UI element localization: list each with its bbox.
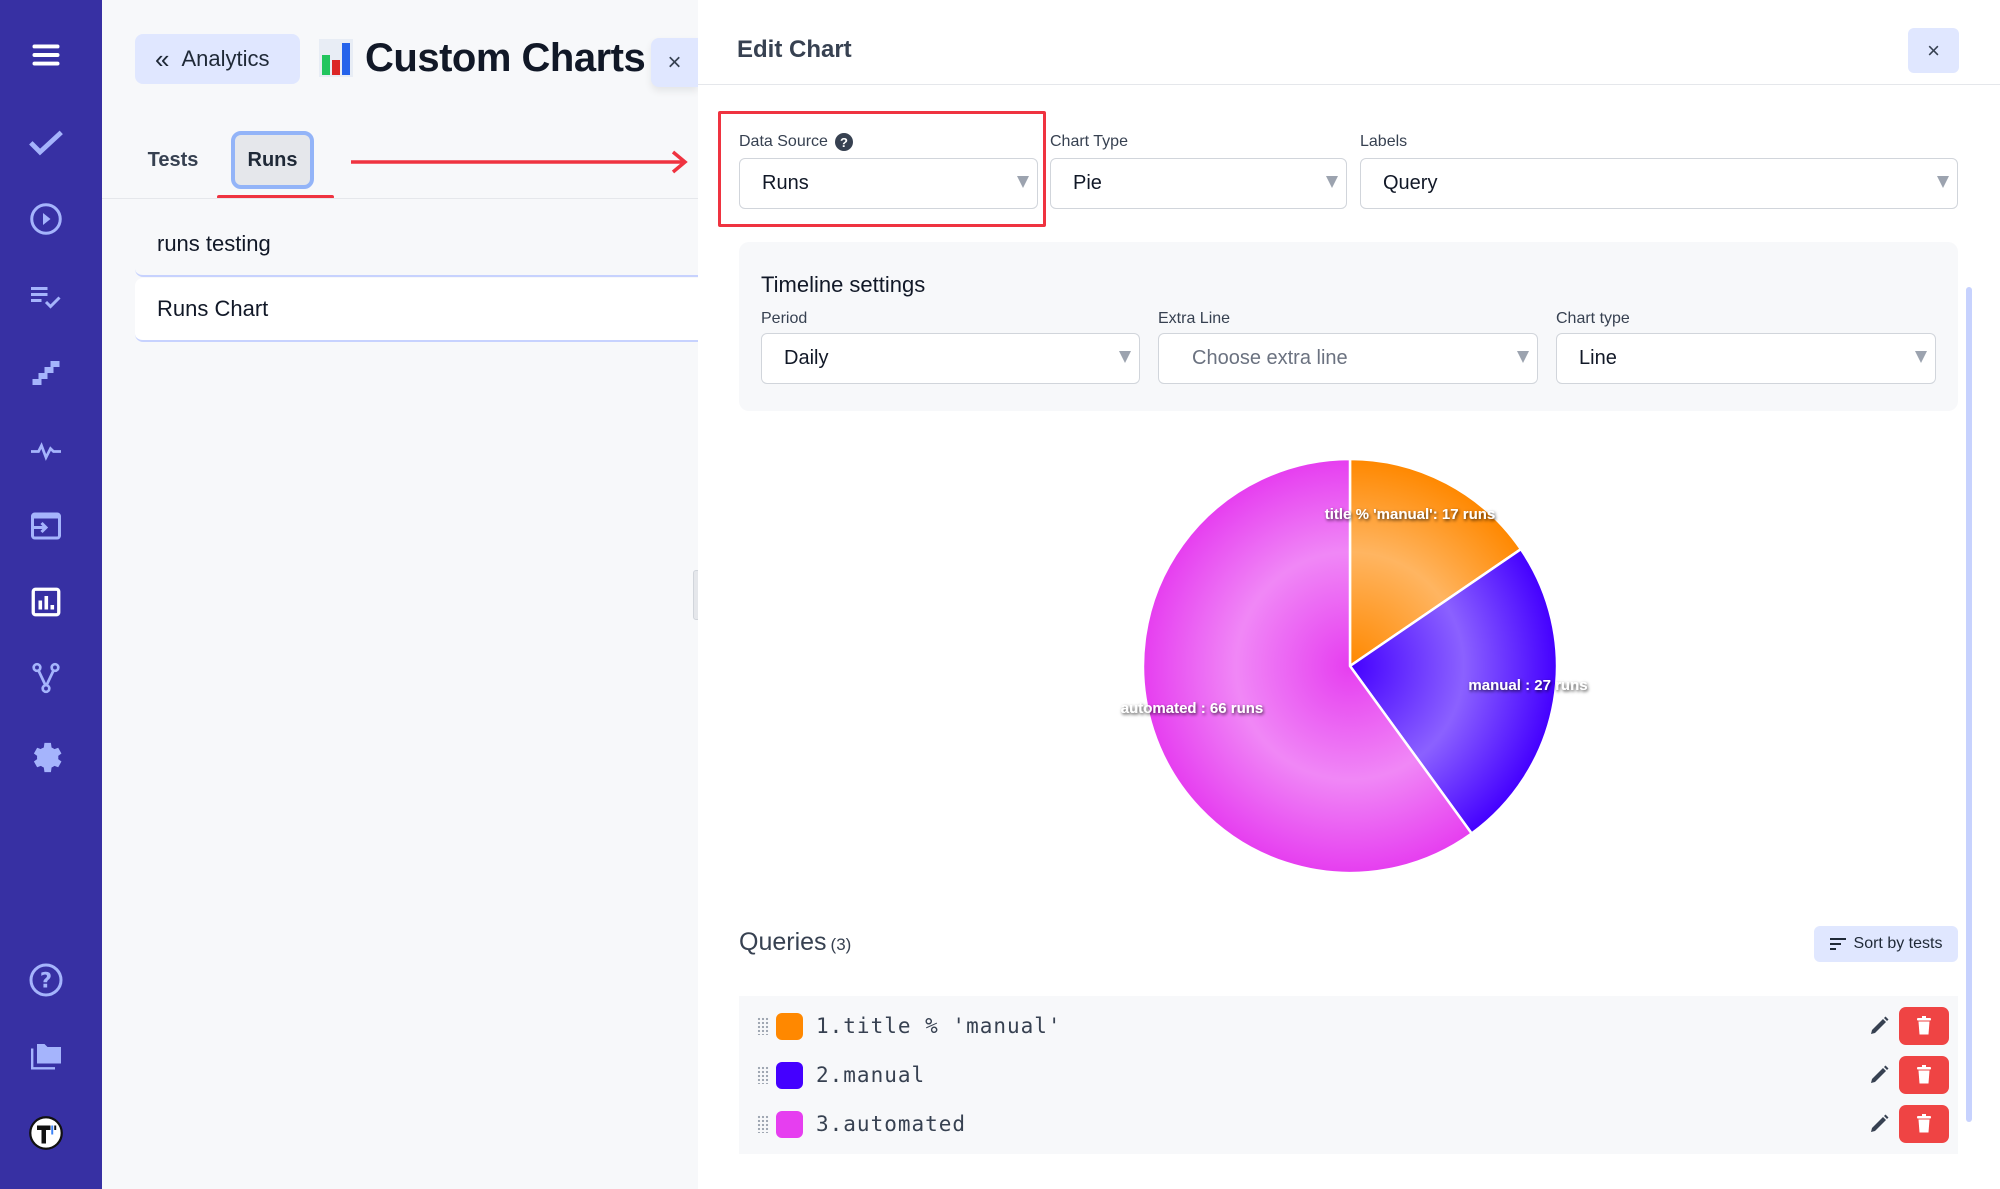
back-to-analytics-button[interactable]: « Analytics (135, 34, 300, 84)
gear-icon[interactable] (26, 735, 66, 775)
data-source-label: Data Source ? (739, 133, 853, 151)
period-value: Daily (784, 347, 829, 369)
delete-query-button[interactable] (1899, 1056, 1949, 1094)
double-chevron-left-icon: « (155, 44, 170, 74)
annotation-arrow-icon (351, 150, 688, 174)
drag-handle-icon[interactable] (757, 1115, 769, 1133)
extra-line-select[interactable]: Choose extra line (1158, 333, 1538, 384)
trash-icon (1917, 1114, 1931, 1133)
extra-line-placeholder: Choose extra line (1192, 347, 1348, 369)
timeline-chart-type-value: Line (1579, 347, 1617, 369)
bar-chart-icon[interactable] (26, 582, 66, 622)
drag-handle-icon[interactable] (757, 1066, 769, 1084)
queries-count: (3) (830, 935, 852, 954)
close-icon: × (1927, 37, 1940, 63)
caret-down-icon (1017, 176, 1029, 188)
tab-tests[interactable]: Tests (138, 131, 208, 189)
sidebar: ? (0, 0, 102, 1189)
page-title-text: Custom Charts (365, 35, 646, 80)
check-icon[interactable] (26, 123, 66, 163)
hamburger-icon[interactable] (26, 35, 66, 75)
chart-list-item-selected[interactable]: Runs Chart (135, 278, 698, 342)
folders-icon[interactable] (26, 1036, 66, 1076)
chart-list-item-label: Runs Chart (157, 296, 269, 321)
data-source-value: Runs (762, 172, 809, 194)
query-text: 3.automated (816, 1112, 967, 1136)
query-color-swatch[interactable] (776, 1110, 803, 1138)
chart-type-select[interactable]: Pie (1050, 158, 1347, 209)
chart-list-item[interactable]: runs testing (135, 213, 698, 277)
labels-value: Query (1383, 172, 1438, 194)
pencil-icon[interactable] (1867, 1112, 1891, 1136)
sort-icon (1829, 935, 1846, 953)
pencil-icon[interactable] (1867, 1063, 1891, 1087)
query-color-swatch[interactable] (776, 1012, 803, 1040)
caret-down-icon (1915, 351, 1927, 363)
page-title: Custom Charts (319, 30, 646, 86)
period-select[interactable]: Daily (761, 333, 1140, 384)
bar-chart-emoji-icon (319, 39, 353, 77)
pencil-icon[interactable] (1867, 1014, 1891, 1038)
query-text: 2.manual (816, 1063, 926, 1087)
queries-header: Queries (3) (739, 928, 851, 957)
query-text: 1.title % 'manual' (816, 1014, 1062, 1038)
close-editor-button[interactable]: × (1908, 28, 1959, 73)
period-label: Period (761, 310, 808, 327)
extra-line-label: Extra Line (1158, 310, 1231, 327)
chart-list-item-label: runs testing (157, 231, 271, 256)
timeline-chart-type-select[interactable]: Line (1556, 333, 1936, 384)
caret-down-icon (1517, 351, 1529, 363)
back-button-label: Analytics (181, 46, 270, 71)
query-color-swatch[interactable] (776, 1061, 803, 1089)
caret-down-icon (1937, 176, 1949, 188)
trash-icon (1917, 1065, 1931, 1084)
tabs-divider (102, 198, 698, 199)
labels-label: Labels (1360, 133, 1408, 150)
caret-down-icon (1119, 351, 1131, 363)
sort-by-tests-button[interactable]: Sort by tests (1814, 926, 1958, 962)
testomat-logo-icon[interactable] (26, 1113, 66, 1153)
query-row: 1.title % 'manual' (739, 1002, 1958, 1050)
help-icon[interactable]: ? (834, 133, 853, 151)
header-divider (698, 84, 2000, 85)
delete-query-button[interactable] (1899, 1007, 1949, 1045)
edit-chart-panel: Edit Chart × Data Source ? Runs Chart Ty… (698, 0, 2000, 1189)
chart-type-value: Pie (1073, 172, 1102, 194)
play-circle-icon[interactable] (26, 199, 66, 239)
help-circle-icon[interactable]: ? (26, 960, 66, 1000)
edit-chart-title: Edit Chart (737, 36, 852, 63)
timeline-settings-title: Timeline settings (761, 272, 926, 297)
close-icon: × (667, 48, 682, 76)
checklist-icon[interactable] (26, 276, 66, 316)
delete-query-button[interactable] (1899, 1105, 1949, 1143)
svg-text:?: ? (40, 969, 52, 993)
charts-list-panel: « Analytics Custom Charts × Tests Runs r… (102, 0, 698, 1189)
data-source-select[interactable]: Runs (739, 158, 1038, 209)
caret-down-icon (1326, 176, 1338, 188)
labels-select[interactable]: Query (1360, 158, 1958, 209)
timeline-chart-type-label: Chart type (1556, 310, 1630, 327)
timeline-settings: Timeline settings Period Daily Extra Lin… (739, 242, 1958, 411)
close-list-button[interactable]: × (651, 38, 698, 87)
import-icon[interactable] (26, 506, 66, 546)
sort-button-label: Sort by tests (1853, 935, 1943, 952)
query-row: 2.manual (739, 1051, 1958, 1099)
vertical-scrollbar[interactable] (1966, 287, 1972, 1122)
trash-icon (1917, 1016, 1931, 1035)
branch-icon[interactable] (26, 658, 66, 698)
pulse-icon[interactable] (26, 430, 66, 470)
queries-list: 1.title % 'manual' 2.manual 3.automated (739, 996, 1958, 1154)
query-row: 3.automated (739, 1100, 1958, 1148)
chart-type-label: Chart Type (1050, 133, 1128, 150)
data-source-label-text: Data Source (739, 133, 828, 150)
stairs-icon[interactable] (26, 353, 66, 393)
drag-handle-icon[interactable] (757, 1017, 769, 1035)
tab-runs[interactable]: Runs (231, 131, 314, 189)
queries-title: Queries (739, 928, 827, 956)
